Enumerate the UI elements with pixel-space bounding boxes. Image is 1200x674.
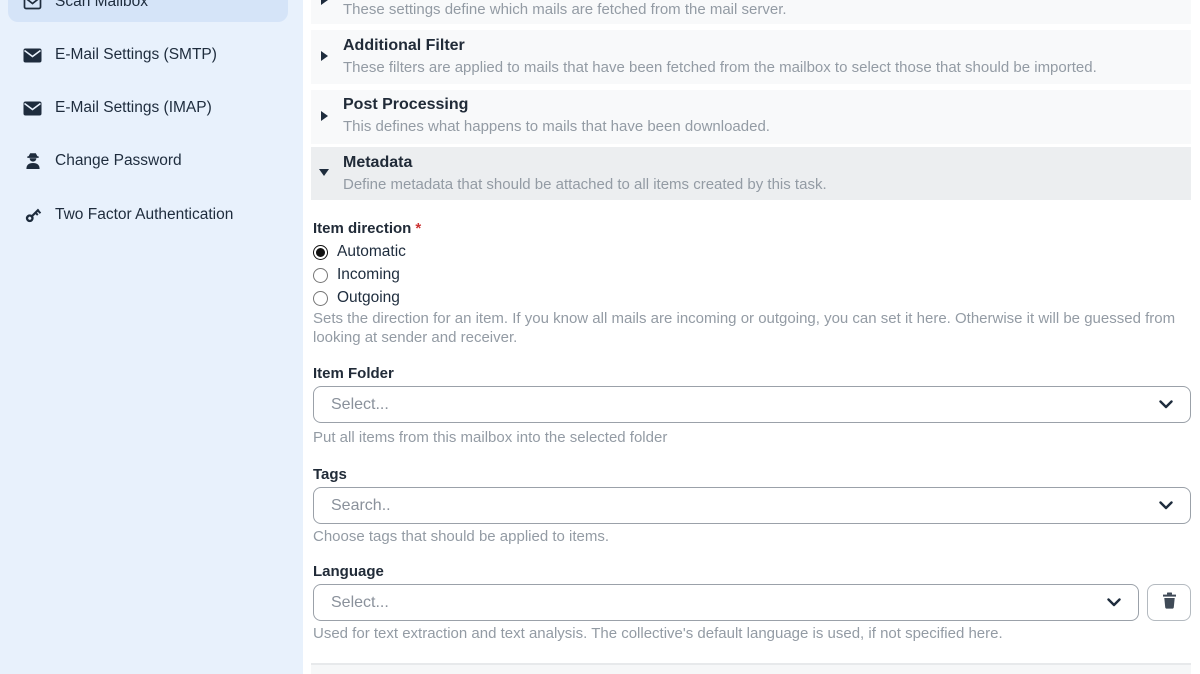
required-asterisk: * [415, 220, 421, 237]
settings-sidebar: Scan Mailbox E-Mail Settings (SMTP) E-Ma… [0, 0, 303, 674]
language-select[interactable]: Select... [313, 584, 1139, 621]
sidebar-item-label: Two Factor Authentication [55, 206, 233, 224]
sidebar-item-label: Change Password [55, 152, 182, 170]
language-label: Language [313, 563, 384, 580]
item-folder-label: Item Folder [313, 365, 394, 382]
chevron-right-icon [321, 0, 328, 5]
section-header-additional-filter[interactable]: Additional Filter These filters are appl… [311, 30, 1191, 84]
select-placeholder: Search.. [331, 497, 1159, 515]
radio-outgoing[interactable]: Outgoing [313, 287, 400, 309]
sidebar-item-imap-settings[interactable]: E-Mail Settings (IMAP) [8, 88, 288, 128]
envelope-open-icon [23, 0, 42, 12]
radio-automatic[interactable]: Automatic [313, 241, 406, 263]
sidebar-item-two-factor-auth[interactable]: Two Factor Authentication [8, 195, 288, 235]
next-section-edge [311, 663, 1191, 674]
section-title: Additional Filter [343, 37, 465, 55]
sidebar-item-label: E-Mail Settings (IMAP) [55, 99, 212, 117]
radio-input-automatic[interactable] [313, 245, 328, 260]
select-placeholder: Select... [331, 396, 1159, 414]
item-folder-select[interactable]: Select... [313, 386, 1191, 423]
section-subtitle: These settings define which mails are fe… [343, 1, 787, 18]
envelope-icon [23, 99, 42, 118]
sidebar-item-change-password[interactable]: Change Password [8, 141, 288, 181]
sidebar-item-label: Scan Mailbox [55, 0, 148, 11]
radio-input-outgoing[interactable] [313, 291, 328, 306]
section-subtitle: This defines what happens to mails that … [343, 118, 770, 135]
select-placeholder: Select... [331, 594, 1107, 612]
sidebar-item-smtp-settings[interactable]: E-Mail Settings (SMTP) [8, 35, 288, 75]
sidebar-item-scan-mailbox[interactable]: Scan Mailbox [8, 0, 288, 22]
section-title: Metadata [343, 154, 412, 172]
chevron-down-icon [1159, 400, 1173, 409]
radio-label[interactable]: Automatic [337, 243, 406, 261]
language-help: Used for text extraction and text analys… [313, 624, 1193, 643]
clear-language-button[interactable] [1147, 584, 1191, 621]
radio-input-incoming[interactable] [313, 268, 328, 283]
tags-help: Choose tags that should be applied to it… [313, 527, 1193, 546]
item-direction-help: Sets the direction for an item. If you k… [313, 309, 1193, 347]
envelope-icon [23, 46, 42, 65]
chevron-right-icon [321, 111, 328, 121]
section-header-post-processing[interactable]: Post Processing This defines what happen… [311, 90, 1191, 144]
chevron-down-icon [1107, 598, 1121, 607]
radio-incoming[interactable]: Incoming [313, 264, 400, 286]
user-secret-icon [23, 152, 42, 171]
key-icon [23, 206, 42, 225]
section-subtitle: Define metadata that should be attached … [343, 176, 827, 193]
chevron-down-icon [319, 169, 329, 176]
section-title: Post Processing [343, 96, 468, 114]
section-header-mail-fetch[interactable]: These settings define which mails are fe… [311, 0, 1191, 24]
item-direction-label: Item direction* [313, 220, 421, 237]
tags-select[interactable]: Search.. [313, 487, 1191, 524]
radio-label[interactable]: Incoming [337, 266, 400, 284]
sidebar-item-label: E-Mail Settings (SMTP) [55, 46, 217, 64]
tags-label: Tags [313, 466, 347, 483]
radio-label[interactable]: Outgoing [337, 289, 400, 307]
trash-icon [1162, 592, 1177, 614]
chevron-right-icon [321, 51, 328, 61]
chevron-down-icon [1159, 501, 1173, 510]
section-header-metadata[interactable]: Metadata Define metadata that should be … [311, 147, 1191, 200]
item-folder-help: Put all items from this mailbox into the… [313, 428, 1193, 447]
section-subtitle: These filters are applied to mails that … [343, 59, 1097, 76]
